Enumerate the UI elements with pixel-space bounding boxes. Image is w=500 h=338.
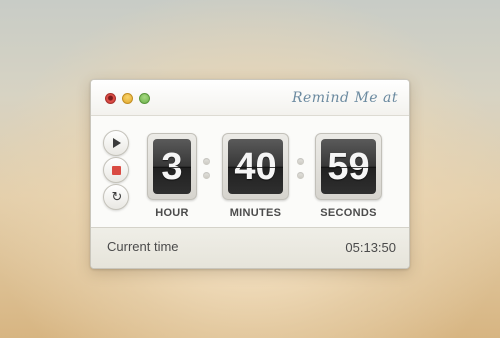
minutes-value: 40 <box>234 146 277 188</box>
reset-button[interactable]: ↻ <box>103 184 129 210</box>
separator-dot <box>203 172 210 179</box>
app-title: Remind Me at <box>291 90 398 106</box>
current-time-bar: Current time 05:13:50 <box>91 227 409 268</box>
seconds-label: SECONDS <box>320 207 377 219</box>
close-window-button[interactable] <box>105 93 116 104</box>
timer-window: Remind Me at ↻ 3 40 59 HOUR MINUTES SECO… <box>90 79 410 269</box>
minutes-label: MINUTES <box>229 207 282 219</box>
current-time-value: 05:13:50 <box>345 240 396 255</box>
zoom-window-button[interactable] <box>139 93 150 104</box>
play-button[interactable] <box>103 130 129 156</box>
seconds-value: 59 <box>327 146 370 188</box>
stop-icon <box>112 166 121 175</box>
title-bar[interactable]: Remind Me at <box>91 80 409 116</box>
stop-button[interactable] <box>103 157 129 183</box>
current-time-label: Current time <box>107 239 179 254</box>
minimize-window-button[interactable] <box>122 93 133 104</box>
separator-dot <box>297 158 304 165</box>
minutes-flip-card: 40 <box>222 133 289 200</box>
seconds-flip-card: 59 <box>315 133 382 200</box>
play-icon <box>113 138 121 148</box>
separator-dot <box>203 158 210 165</box>
separator-dot <box>297 172 304 179</box>
hour-flip-card: 3 <box>147 133 197 200</box>
hour-value: 3 <box>161 146 183 188</box>
reset-icon: ↻ <box>111 190 123 205</box>
hour-label: HOUR <box>155 207 189 219</box>
